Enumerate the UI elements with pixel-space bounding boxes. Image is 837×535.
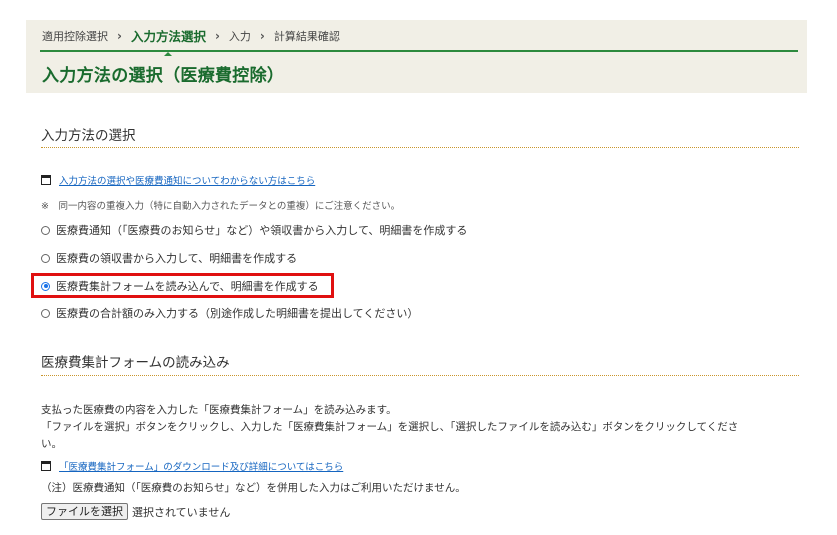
radio-option-receipts[interactable]: 医療費の領収書から入力して、明細書を作成する bbox=[41, 250, 297, 266]
description-line: い。 bbox=[41, 438, 62, 450]
breadcrumb-step-deduction: 適用控除選択 bbox=[42, 29, 108, 43]
file-status-text: 選択されていません bbox=[132, 505, 231, 519]
method-section-divider bbox=[41, 147, 799, 148]
breadcrumb-step-result: 計算結果確認 bbox=[273, 29, 340, 43]
form-download-link[interactable]: 「医療費集計フォーム」のダウンロード及び詳細についてはこちら bbox=[59, 459, 343, 473]
input-method-help-link[interactable]: 入力方法の選択や医療費通知についてわからない方はこちら bbox=[59, 173, 315, 187]
duplicate-input-note: ※ 同一内容の重複入力（特に自動入力されたデータとの重複）にご注意ください。 bbox=[41, 201, 401, 212]
method-section-heading: 入力方法の選択 bbox=[41, 128, 136, 144]
form-section-description: 支払った医療費の内容を入力した「医療費集計フォーム」を読み込みます。 「ファイル… bbox=[41, 402, 801, 453]
breadcrumb: 適用控除選択 › 入力方法選択 › 入力 › 計算結果確認 bbox=[42, 26, 340, 56]
radio-option-aggregation-form[interactable]: 医療費集計フォームを読み込んで、明細書を作成する bbox=[41, 278, 319, 294]
breadcrumb-step-input-method: 入力方法選択 bbox=[131, 26, 206, 56]
form-section-heading: 医療費集計フォームの読み込み bbox=[41, 355, 230, 371]
header-divider bbox=[40, 50, 798, 52]
caution-note: （注）医療費通知（「医療費のお知らせ」など）を併用した入力はご利用いただけません… bbox=[41, 482, 466, 494]
form-section-divider bbox=[41, 375, 799, 376]
radio-option-notice-and-receipts[interactable]: 医療費通知（「医療費のお知らせ」など）や領収書から入力して、明細書を作成する bbox=[41, 222, 467, 238]
breadcrumb-separator-icon: › bbox=[214, 28, 220, 43]
radio-option-label: 医療費通知（「医療費のお知らせ」など）や領収書から入力して、明細書を作成する bbox=[56, 224, 468, 237]
radio-button-unchecked[interactable] bbox=[41, 308, 50, 318]
page: 適用控除選択 › 入力方法選択 › 入力 › 計算結果確認 入力方法の選択（医療… bbox=[0, 0, 837, 535]
breadcrumb-separator-icon: › bbox=[117, 28, 122, 43]
help-link-row[interactable]: 入力方法の選択や医療費通知についてわからない方はこちら bbox=[41, 173, 315, 187]
file-input[interactable]: ファイルを選択 選択されていません bbox=[41, 503, 230, 520]
new-window-icon bbox=[41, 175, 51, 185]
radio-option-label: 医療費の領収書から入力して、明細書を作成する bbox=[56, 252, 298, 265]
radio-option-label: 医療費の合計額のみ入力する（別途作成した明細書を提出してください） bbox=[56, 307, 419, 320]
radio-option-total-only[interactable]: 医療費の合計額のみ入力する（別途作成した明細書を提出してください） bbox=[41, 305, 418, 321]
breadcrumb-separator-icon: › bbox=[259, 28, 265, 43]
page-title: 入力方法の選択（医療費控除） bbox=[42, 66, 285, 86]
breadcrumb-step-input: 入力 bbox=[228, 29, 251, 43]
radio-button-checked[interactable] bbox=[41, 281, 50, 291]
new-window-icon bbox=[41, 461, 51, 471]
description-line: 「ファイルを選択」ボタンをクリックし、入力した「医療費集計フォーム」を選択し、「… bbox=[41, 421, 739, 433]
radio-button-unchecked[interactable] bbox=[41, 253, 50, 263]
description-line: 支払った医療費の内容を入力した「医療費集計フォーム」を読み込みます。 bbox=[41, 404, 397, 416]
header-band: 適用控除選択 › 入力方法選択 › 入力 › 計算結果確認 入力方法の選択（医療… bbox=[26, 20, 807, 93]
download-link-row[interactable]: 「医療費集計フォーム」のダウンロード及び詳細についてはこちら bbox=[41, 459, 343, 473]
choose-file-button[interactable]: ファイルを選択 bbox=[41, 503, 128, 520]
radio-option-label: 医療費集計フォームを読み込んで、明細書を作成する bbox=[56, 280, 319, 293]
radio-button-unchecked[interactable] bbox=[41, 225, 50, 235]
